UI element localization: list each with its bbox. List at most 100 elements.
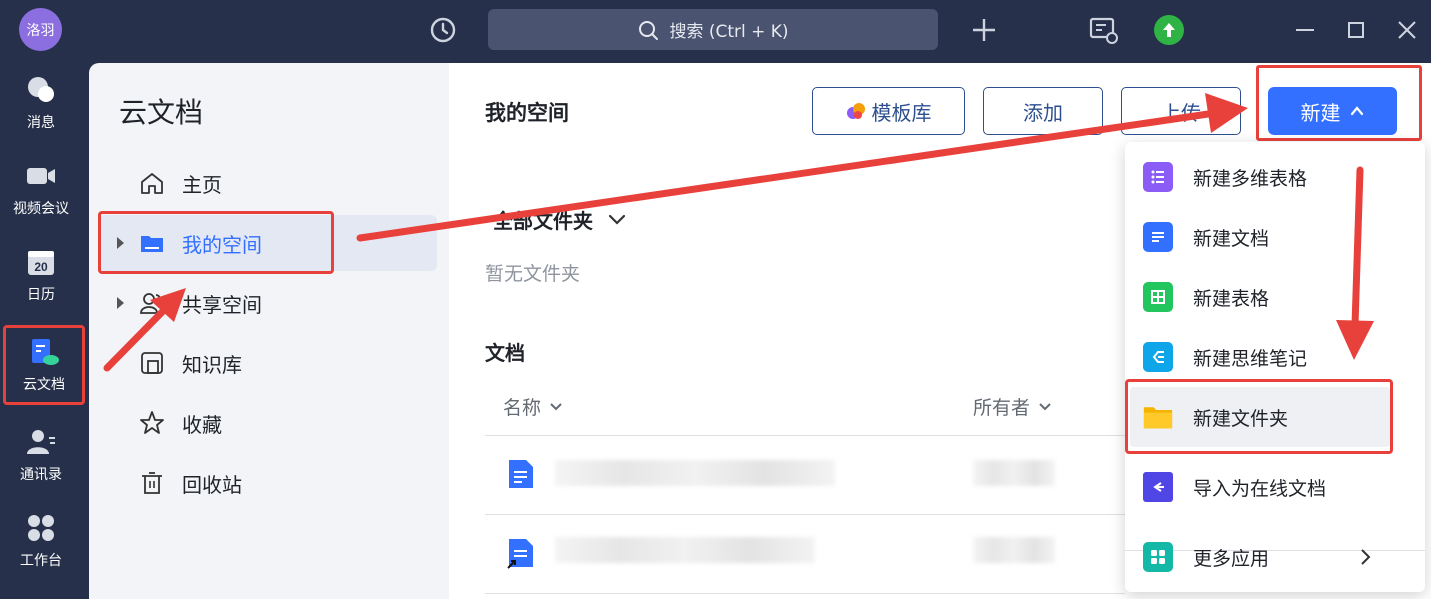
folders-heading-label: 全部文件夹 (493, 209, 593, 233)
rail-item-workbench[interactable]: 工作台 (0, 501, 82, 581)
button-label: 上传 (1161, 100, 1201, 125)
column-header-name[interactable]: 名称 (503, 393, 563, 420)
menu-item-label: 新建表格 (1193, 287, 1270, 310)
docs-sidebar: 云文档 主页 我的空间 共享空间 知识库 收藏 回收站 (89, 63, 449, 599)
history-icon[interactable] (428, 15, 458, 45)
video-icon (27, 168, 55, 184)
calendar-icon: 20 (28, 251, 54, 275)
rail-label: 工作台 (20, 553, 62, 569)
menu-item-new-bitable[interactable]: 新建多维表格 (1125, 147, 1425, 207)
import-icon (1143, 472, 1173, 502)
column-label: 名称 (503, 397, 542, 419)
empty-folders-text: 暂无文件夹 (485, 263, 581, 285)
calendar-day: 20 (34, 260, 48, 274)
sidebar-item-knowledge-base[interactable]: 知识库 (99, 335, 437, 391)
table-divider (485, 593, 1125, 594)
add-button[interactable]: 添加 (983, 87, 1103, 135)
menu-item-more-apps[interactable]: 更多应用 (1125, 527, 1425, 587)
template-icon (846, 103, 865, 119)
apps-icon (1143, 542, 1173, 572)
redacted-owner (973, 537, 1055, 563)
table-row[interactable] (485, 515, 1125, 593)
rail-item-contacts[interactable]: 通讯录 (0, 415, 82, 495)
folders-heading[interactable]: 全部文件夹 (493, 205, 627, 234)
chevron-right-icon (1361, 549, 1371, 565)
new-menu-dropdown: 新建多维表格 新建文档 新建表格 新建思维笔记 新建文件夹 导入为在线文档 更多… (1125, 142, 1425, 592)
doc-shortcut-icon (507, 539, 533, 569)
trash-icon (142, 472, 162, 494)
maximize-icon[interactable] (1348, 22, 1364, 38)
search-icon (639, 20, 659, 40)
sidebar-title: 云文档 (119, 96, 204, 129)
button-label: 添加 (1023, 100, 1063, 125)
plus-icon[interactable] (970, 16, 998, 44)
chevron-down-icon (1039, 402, 1051, 410)
cloud-doc-icon (32, 339, 59, 365)
redacted-doc-name (555, 460, 835, 486)
mindnote-icon (1143, 342, 1173, 372)
menu-item-label: 导入为在线文档 (1193, 477, 1327, 500)
search-box[interactable]: 搜索 (Ctrl + K) (488, 9, 938, 50)
rail-label: 消息 (27, 115, 55, 131)
sidebar-item-trash[interactable]: 回收站 (99, 455, 437, 511)
menu-item-label: 新建思维笔记 (1193, 347, 1308, 370)
menu-item-import[interactable]: 导入为在线文档 (1125, 457, 1425, 517)
star-icon (140, 411, 164, 434)
column-header-owner[interactable]: 所有者 (973, 393, 1052, 420)
sidebar-item-label: 知识库 (182, 352, 242, 377)
sidebar-item-label: 收藏 (182, 412, 222, 437)
menu-item-label: 新建文档 (1193, 227, 1270, 250)
rail-label: 通讯录 (20, 467, 62, 483)
minimize-icon[interactable] (1296, 29, 1314, 31)
upload-button[interactable]: 上传 (1121, 87, 1241, 135)
title-bar: 洛羽 搜索 (Ctrl + K) (0, 0, 1431, 63)
sidebar-item-shared-space[interactable]: 共享空间 (99, 275, 437, 331)
notification-icon[interactable] (1088, 14, 1120, 46)
annotation-box-my-space (98, 211, 334, 274)
update-icon[interactable] (1154, 15, 1184, 45)
close-icon[interactable] (1396, 19, 1418, 41)
page-title: 我的空间 (485, 101, 569, 125)
docs-heading: 文档 (485, 341, 525, 365)
sidebar-item-favorites[interactable]: 收藏 (99, 395, 437, 451)
contacts-icon (27, 430, 55, 454)
bitable-icon (1143, 162, 1173, 192)
workbench-icon (28, 515, 54, 541)
sidebar-item-label: 主页 (182, 172, 222, 197)
sheet-icon (1143, 282, 1173, 312)
rail-item-calendar[interactable]: 20 日历 (0, 235, 82, 315)
knowledge-icon (141, 352, 163, 374)
template-library-button[interactable]: 模板库 (812, 87, 965, 135)
menu-item-label: 新建多维表格 (1193, 167, 1308, 190)
avatar[interactable]: 洛羽 (19, 8, 62, 51)
menu-item-new-doc[interactable]: 新建文档 (1125, 207, 1425, 267)
home-icon (141, 173, 163, 194)
rail-label: 日历 (27, 287, 55, 303)
menu-item-new-sheet[interactable]: 新建表格 (1125, 267, 1425, 327)
sidebar-item-home[interactable]: 主页 (99, 155, 437, 211)
redacted-owner (973, 460, 1055, 486)
chevron-down-icon (608, 214, 626, 225)
button-label: 模板库 (871, 100, 932, 125)
doc-icon (509, 460, 533, 488)
sidebar-item-label: 共享空间 (182, 292, 262, 317)
chat-icon (28, 77, 54, 102)
menu-item-new-mindnote[interactable]: 新建思维笔记 (1125, 327, 1425, 387)
annotation-box-new (1256, 65, 1422, 141)
annotation-box-new-folder (1125, 379, 1393, 454)
chevron-down-icon (550, 402, 562, 410)
sidebar-item-label: 回收站 (182, 472, 242, 497)
table-row[interactable] (485, 436, 1125, 514)
app-rail: 消息 视频会议 20 日历 云文档 通讯录 工作台 (0, 63, 89, 599)
redacted-doc-name (555, 537, 815, 563)
doc-icon (1143, 222, 1173, 252)
column-label: 所有者 (973, 397, 1031, 419)
shared-users-icon (140, 293, 161, 314)
expand-caret-icon[interactable] (117, 297, 124, 309)
rail-item-cloud-docs[interactable]: 云文档 (3, 325, 85, 405)
search-placeholder: 搜索 (Ctrl + K) (669, 22, 789, 42)
rail-label: 云文档 (23, 377, 65, 393)
rail-label: 视频会议 (13, 201, 69, 217)
rail-item-video[interactable]: 视频会议 (0, 149, 82, 229)
rail-item-messages[interactable]: 消息 (0, 63, 82, 143)
